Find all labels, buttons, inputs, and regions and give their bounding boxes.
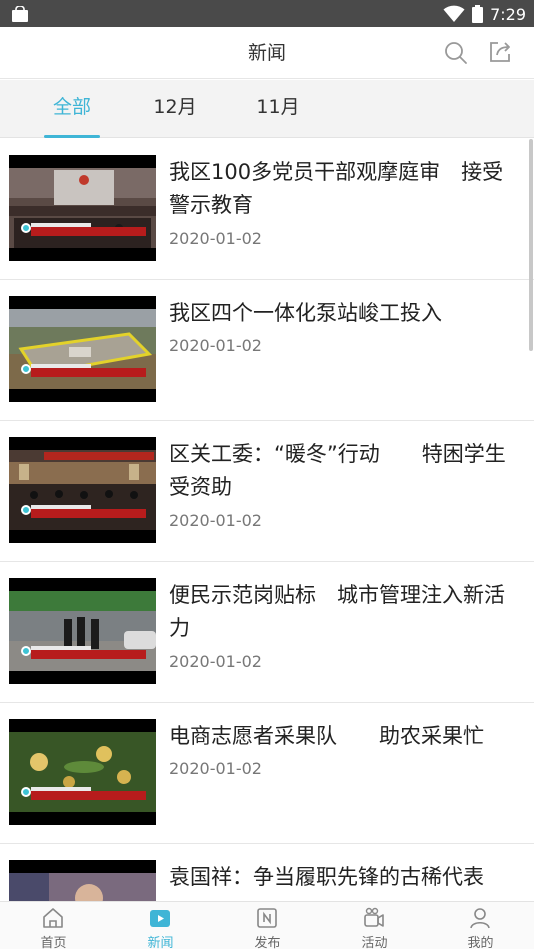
nav-publish[interactable]: 发布 bbox=[214, 902, 321, 951]
tab-label: 12月 bbox=[153, 96, 197, 118]
nav-label: 发布 bbox=[254, 936, 281, 951]
portrait-image bbox=[9, 873, 156, 901]
nav-news[interactable]: 新闻 bbox=[107, 902, 214, 951]
news-thumbnail bbox=[9, 860, 156, 901]
news-item[interactable]: 区关工委：“暖冬”行动 特困学生受资助 2020-01-02 bbox=[0, 421, 534, 562]
tab-label: 11月 bbox=[256, 96, 300, 118]
nav-label: 我的 bbox=[467, 936, 494, 951]
bottom-nav: 首页 新闻 发布 活动 我的 bbox=[0, 901, 534, 951]
pump-station-image bbox=[9, 309, 156, 389]
search-icon[interactable] bbox=[444, 41, 468, 65]
wifi-icon bbox=[443, 5, 465, 22]
meeting-hall-image bbox=[9, 450, 156, 530]
news-item[interactable]: 便民示范岗贴标 城市管理注入新活力 2020-01-02 bbox=[0, 562, 534, 703]
home-icon bbox=[43, 908, 63, 928]
news-title: 我区四个一体化泵站峻工投入 bbox=[169, 301, 442, 325]
street-scene-image bbox=[9, 591, 156, 671]
tab-november[interactable]: 11月 bbox=[251, 80, 305, 138]
status-bar: 7:29 bbox=[0, 0, 534, 27]
shopping-bag-icon bbox=[12, 6, 28, 22]
scrollbar[interactable] bbox=[529, 139, 533, 351]
news-date: 2020-01-02 bbox=[169, 652, 262, 671]
news-title: 我区100多党员干部观摩庭审 接受警示教育 bbox=[169, 160, 504, 217]
month-tab-bar: 全部 12月 11月 bbox=[0, 80, 534, 138]
nav-label: 活动 bbox=[361, 936, 388, 951]
news-item[interactable]: 袁国祥：争当履职先锋的古稀代表 bbox=[0, 844, 534, 901]
news-date: 2020-01-02 bbox=[169, 229, 262, 248]
news-date: 2020-01-02 bbox=[169, 759, 262, 778]
news-item[interactable]: 我区100多党员干部观摩庭审 接受警示教育 2020-01-02 bbox=[0, 139, 534, 280]
news-date: 2020-01-02 bbox=[169, 336, 262, 355]
video-play-icon bbox=[150, 910, 170, 927]
battery-icon bbox=[472, 5, 484, 23]
news-list[interactable]: 我区100多党员干部观摩庭审 接受警示教育 2020-01-02 我区四个一体化… bbox=[0, 139, 534, 901]
tab-december[interactable]: 12月 bbox=[148, 80, 202, 138]
nav-home[interactable]: 首页 bbox=[0, 902, 107, 951]
news-item[interactable]: 电商志愿者采果队 助农采果忙 2020-01-02 bbox=[0, 703, 534, 844]
nav-label: 首页 bbox=[40, 936, 67, 951]
news-title: 电商志愿者采果队 助农采果忙 bbox=[169, 724, 484, 748]
news-thumbnail bbox=[9, 719, 156, 825]
publish-icon bbox=[257, 908, 277, 928]
news-thumbnail bbox=[9, 155, 156, 261]
courtroom-image bbox=[9, 168, 156, 248]
user-icon bbox=[470, 908, 490, 929]
tab-active-indicator bbox=[44, 135, 100, 138]
nav-activity[interactable]: 活动 bbox=[321, 902, 428, 951]
news-thumbnail bbox=[9, 296, 156, 402]
camera-icon bbox=[364, 907, 384, 927]
news-title: 便民示范岗贴标 城市管理注入新活力 bbox=[169, 583, 505, 640]
news-item[interactable]: 我区四个一体化泵站峻工投入 2020-01-02 bbox=[0, 280, 534, 421]
title-bar: 新闻 bbox=[0, 27, 534, 79]
status-time: 7:29 bbox=[490, 4, 526, 24]
nav-mine[interactable]: 我的 bbox=[427, 902, 534, 951]
news-title: 袁国祥：争当履职先锋的古稀代表 bbox=[169, 865, 484, 889]
fruit-tree-image bbox=[9, 732, 156, 812]
share-icon[interactable] bbox=[488, 40, 512, 64]
nav-label: 新闻 bbox=[147, 936, 174, 951]
news-thumbnail bbox=[9, 437, 156, 543]
news-date: 2020-01-02 bbox=[169, 511, 262, 530]
news-thumbnail bbox=[9, 578, 156, 684]
news-title: 区关工委：“暖冬”行动 特困学生受资助 bbox=[169, 442, 506, 499]
tab-label: 全部 bbox=[52, 96, 91, 118]
tab-all[interactable]: 全部 bbox=[44, 80, 100, 138]
